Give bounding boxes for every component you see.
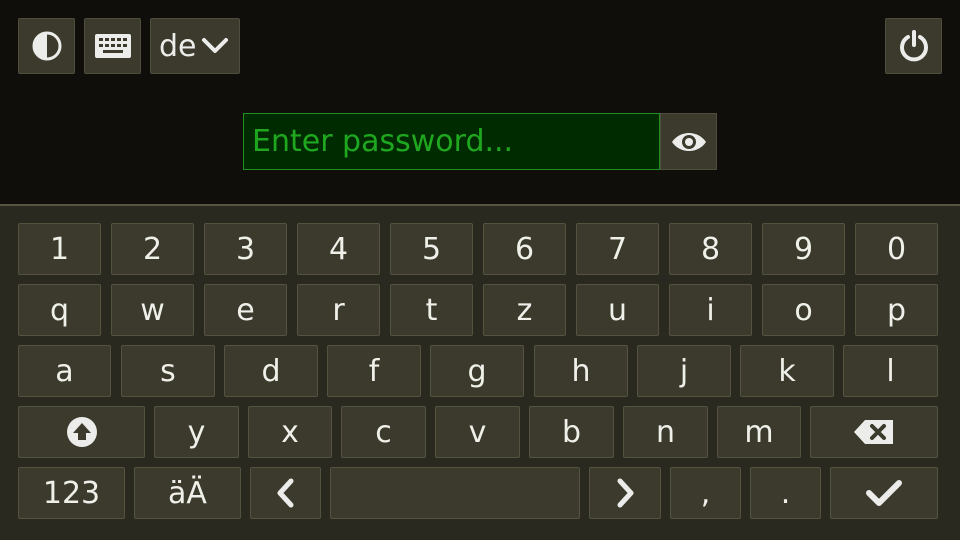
keyboard-icon <box>94 34 131 58</box>
language-selector[interactable]: de <box>150 18 240 74</box>
key-c[interactable]: c <box>341 406 426 458</box>
shift-icon <box>66 417 97 447</box>
key-q[interactable]: q <box>18 284 101 336</box>
key-0[interactable]: 0 <box>855 223 938 275</box>
key-z[interactable]: z <box>483 284 566 336</box>
key-3[interactable]: 3 <box>204 223 287 275</box>
key-v[interactable]: v <box>435 406 520 458</box>
key-6[interactable]: 6 <box>483 223 566 275</box>
key-a[interactable]: a <box>18 345 111 397</box>
backspace-key[interactable] <box>810 406 938 458</box>
arrow-right-icon <box>617 478 634 508</box>
checkmark-icon <box>866 480 902 506</box>
key-o[interactable]: o <box>762 284 845 336</box>
key-b[interactable]: b <box>529 406 614 458</box>
power-button[interactable] <box>885 18 942 74</box>
key-1[interactable]: 1 <box>18 223 101 275</box>
key-i[interactable]: i <box>669 284 752 336</box>
key-r[interactable]: r <box>297 284 380 336</box>
key-y[interactable]: y <box>154 406 239 458</box>
key-l[interactable]: l <box>843 345 938 397</box>
space-key[interactable] <box>330 467 580 519</box>
key-x[interactable]: x <box>248 406 332 458</box>
key-g[interactable]: g <box>430 345 524 397</box>
cursor-right-key[interactable] <box>589 467 661 519</box>
key-m[interactable]: m <box>717 406 801 458</box>
contrast-button[interactable] <box>18 18 75 74</box>
keyboard-toggle-button[interactable] <box>84 18 141 74</box>
key-2[interactable]: 2 <box>111 223 194 275</box>
key-j[interactable]: j <box>637 345 731 397</box>
key-t[interactable]: t <box>390 284 473 336</box>
on-screen-keyboard: 1 2 3 4 5 6 7 8 9 0 q w e r t z u i o p … <box>0 204 960 540</box>
key-9[interactable]: 9 <box>762 223 845 275</box>
numbers-key[interactable]: 123 <box>18 467 125 519</box>
eye-icon <box>671 132 706 151</box>
key-k[interactable]: k <box>740 345 834 397</box>
contrast-icon <box>32 31 61 61</box>
language-label: de <box>159 28 197 64</box>
key-u[interactable]: u <box>576 284 659 336</box>
chevron-down-icon <box>201 38 228 53</box>
period-key[interactable]: . <box>750 467 821 519</box>
enter-key[interactable] <box>830 467 938 519</box>
password-input[interactable] <box>252 124 659 159</box>
key-5[interactable]: 5 <box>390 223 473 275</box>
key-w[interactable]: w <box>111 284 194 336</box>
key-e[interactable]: e <box>204 284 287 336</box>
power-icon <box>899 30 928 62</box>
comma-key[interactable]: , <box>670 467 741 519</box>
key-f[interactable]: f <box>327 345 421 397</box>
key-8[interactable]: 8 <box>669 223 752 275</box>
key-p[interactable]: p <box>855 284 938 336</box>
key-s[interactable]: s <box>121 345 215 397</box>
key-h[interactable]: h <box>534 345 628 397</box>
cursor-left-key[interactable] <box>250 467 321 519</box>
top-bar: de <box>0 0 960 204</box>
key-7[interactable]: 7 <box>576 223 659 275</box>
umlaut-key[interactable]: äÄ <box>134 467 241 519</box>
show-password-button[interactable] <box>660 113 717 170</box>
key-4[interactable]: 4 <box>297 223 380 275</box>
key-d[interactable]: d <box>224 345 318 397</box>
shift-key[interactable] <box>18 406 145 458</box>
backspace-icon <box>854 420 893 444</box>
password-field <box>243 113 660 170</box>
arrow-left-icon <box>277 478 293 508</box>
key-n[interactable]: n <box>623 406 708 458</box>
